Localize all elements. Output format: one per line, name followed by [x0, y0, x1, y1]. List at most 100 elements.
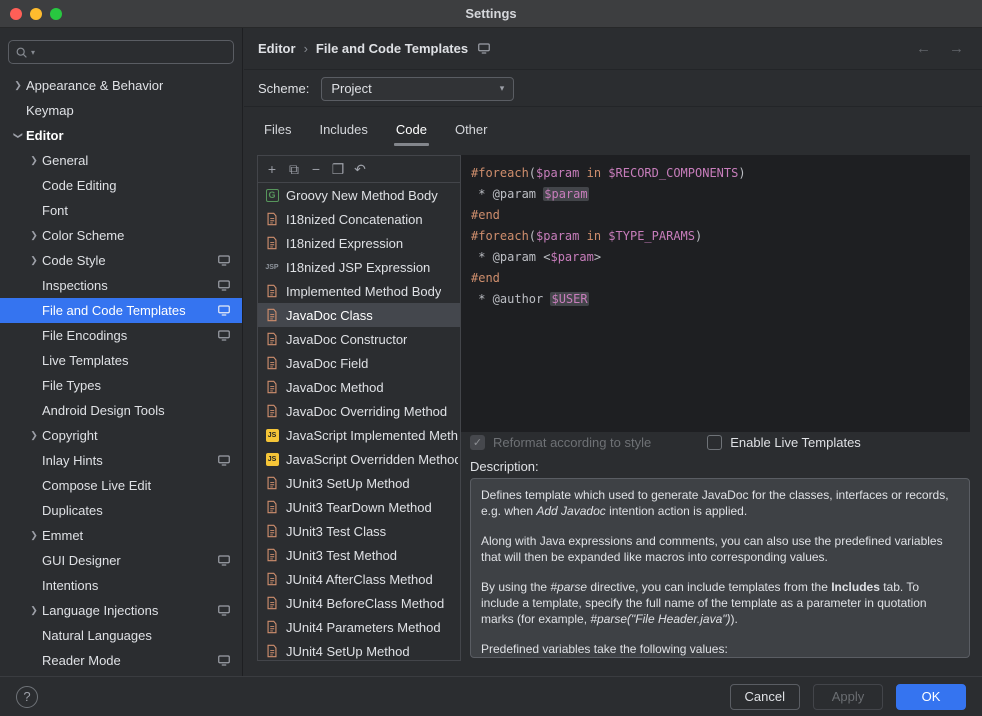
code-line[interactable]: #end — [471, 205, 970, 226]
tab-code[interactable]: Code — [394, 116, 429, 146]
sidebar-item-color-scheme[interactable]: ❯Color Scheme — [0, 223, 242, 248]
code-line[interactable]: #foreach($param in $RECORD_COMPONENTS) — [471, 163, 970, 184]
sidebar-item-reader-mode[interactable]: Reader Mode — [0, 648, 242, 673]
chevron-right-icon[interactable]: ❯ — [26, 255, 42, 266]
template-item-junit4-afterclass-method[interactable]: JUnit4 AfterClass Method — [258, 567, 460, 591]
description-paragraph: By using the #parse directive, you can i… — [481, 579, 959, 627]
sidebar-item-copyright[interactable]: ❯Copyright — [0, 423, 242, 448]
template-item-junit4-beforeclass-method[interactable]: JUnit4 BeforeClass Method — [258, 591, 460, 615]
chevron-right-icon[interactable]: ❯ — [26, 430, 42, 441]
template-item-junit4-setup-method[interactable]: JUnit4 SetUp Method — [258, 639, 460, 661]
code-line[interactable]: * @param <$param> — [471, 247, 970, 268]
template-item-javadoc-overriding-method[interactable]: JavaDoc Overriding Method — [258, 399, 460, 423]
code-line[interactable]: #end — [471, 268, 970, 289]
sidebar-item-intentions[interactable]: Intentions — [0, 573, 242, 598]
back-button[interactable]: ← — [916, 40, 931, 57]
cancel-button[interactable]: Cancel — [730, 684, 800, 710]
chevron-right-icon[interactable]: ❯ — [26, 230, 42, 241]
duplicate-icon: ⧉ — [289, 161, 299, 178]
sidebar-item-code-editing[interactable]: Code Editing — [0, 173, 242, 198]
sidebar-item-keymap[interactable]: Keymap — [0, 98, 242, 123]
sidebar-item-label: Duplicates — [42, 503, 103, 518]
template-item-label: Groovy New Method Body — [286, 188, 438, 203]
description-box[interactable]: Defines template which used to generate … — [470, 478, 970, 658]
template-item-junit4-parameters-method[interactable]: JUnit4 Parameters Method — [258, 615, 460, 639]
template-item-groovy-new-method-body[interactable]: GGroovy New Method Body — [258, 183, 460, 207]
sidebar-item-android-design-tools[interactable]: Android Design Tools — [0, 398, 242, 423]
settings-search-input[interactable] — [38, 45, 227, 59]
ok-button[interactable]: OK — [896, 684, 966, 710]
sidebar-item-compose-live-edit[interactable]: Compose Live Edit — [0, 473, 242, 498]
reformat-checkbox[interactable]: ✓ Reformat according to style — [470, 435, 651, 450]
forward-button[interactable]: → — [949, 40, 964, 57]
template-item-label: JUnit3 TearDown Method — [286, 500, 432, 515]
screen-icon — [218, 455, 230, 466]
template-icon — [264, 404, 280, 418]
sidebar-item-editor[interactable]: ❯Editor — [0, 123, 242, 148]
template-item-javascript-implemented-method[interactable]: JSJavaScript Implemented Method — [258, 423, 460, 447]
add-template-button[interactable]: + — [261, 158, 283, 180]
sidebar-item-live-templates[interactable]: Live Templates — [0, 348, 242, 373]
chevron-down-icon[interactable]: ❯ — [13, 128, 24, 144]
sidebar-item-appearance-behavior[interactable]: ❯Appearance & Behavior — [0, 73, 242, 98]
scheme-dropdown[interactable]: Project ▾ — [321, 77, 514, 101]
chevron-right-icon[interactable]: ❯ — [26, 155, 42, 166]
sidebar-item-code-style[interactable]: ❯Code Style — [0, 248, 242, 273]
scheme-value: Project — [331, 81, 371, 96]
sidebar-item-file-types[interactable]: File Types — [0, 373, 242, 398]
sidebar-item-file-and-code-templates[interactable]: File and Code Templates — [0, 298, 242, 323]
minimize-window-button[interactable] — [30, 8, 42, 20]
template-item-javadoc-class[interactable]: JavaDoc Class — [258, 303, 460, 327]
search-history-chevron-icon[interactable]: ▾ — [31, 48, 35, 57]
sidebar-item-general[interactable]: ❯General — [0, 148, 242, 173]
checkbox-unchecked-icon — [707, 435, 722, 450]
sidebar-item-inlay-hints[interactable]: Inlay Hints — [0, 448, 242, 473]
template-item-i18nized-jsp-expression[interactable]: JSPI18nized JSP Expression — [258, 255, 460, 279]
template-item-javascript-overridden-method[interactable]: JSJavaScript Overridden Method — [258, 447, 460, 471]
template-item-javadoc-method[interactable]: JavaDoc Method — [258, 375, 460, 399]
duplicate-template-button[interactable]: ⧉ — [283, 158, 305, 180]
sidebar-item-gui-designer[interactable]: GUI Designer — [0, 548, 242, 573]
template-item-implemented-method-body[interactable]: Implemented Method Body — [258, 279, 460, 303]
sidebar-item-emmet[interactable]: ❯Emmet — [0, 523, 242, 548]
chevron-right-icon[interactable]: ❯ — [26, 605, 42, 616]
zoom-window-button[interactable] — [50, 8, 62, 20]
code-line[interactable]: * @author $USER — [471, 289, 970, 310]
template-item-junit3-setup-method[interactable]: JUnit3 SetUp Method — [258, 471, 460, 495]
sidebar-item-language-injections[interactable]: ❯Language Injections — [0, 598, 242, 623]
remove-template-button[interactable]: − — [305, 158, 327, 180]
code-line[interactable]: #foreach($param in $TYPE_PARAMS) — [471, 226, 970, 247]
close-window-button[interactable] — [10, 8, 22, 20]
template-item-junit3-teardown-method[interactable]: JUnit3 TearDown Method — [258, 495, 460, 519]
template-item-label: Implemented Method Body — [286, 284, 441, 299]
sidebar-item-inspections[interactable]: Inspections — [0, 273, 242, 298]
sidebar-item-natural-languages[interactable]: Natural Languages — [0, 623, 242, 648]
apply-button[interactable]: Apply — [813, 684, 883, 710]
copy-template-button[interactable]: ❐ — [327, 158, 349, 180]
code-line[interactable]: * @param $param — [471, 184, 970, 205]
template-item-junit3-test-method[interactable]: JUnit3 Test Method — [258, 543, 460, 567]
chevron-right-icon[interactable]: ❯ — [26, 530, 42, 541]
breadcrumb-editor[interactable]: Editor — [258, 41, 296, 56]
revert-template-button[interactable]: ↶ — [349, 158, 371, 180]
tab-files[interactable]: Files — [262, 116, 293, 146]
tab-other[interactable]: Other — [453, 116, 490, 146]
template-item-label: JavaDoc Method — [286, 380, 384, 395]
help-button[interactable]: ? — [16, 686, 38, 708]
settings-search-box[interactable]: ▾ — [8, 40, 234, 64]
template-item-i18nized-concatenation[interactable]: I18nized Concatenation — [258, 207, 460, 231]
template-item-javadoc-constructor[interactable]: JavaDoc Constructor — [258, 327, 460, 351]
chevron-right-icon[interactable]: ❯ — [10, 80, 26, 91]
template-item-junit3-test-class[interactable]: JUnit3 Test Class — [258, 519, 460, 543]
template-item-javadoc-field[interactable]: JavaDoc Field — [258, 351, 460, 375]
template-item-label: JavaScript Implemented Method — [286, 428, 458, 443]
sidebar-item-file-encodings[interactable]: File Encodings — [0, 323, 242, 348]
template-item-label: JavaDoc Constructor — [286, 332, 407, 347]
template-code-editor[interactable]: #foreach($param in $RECORD_COMPONENTS) *… — [461, 155, 970, 432]
sidebar-item-duplicates[interactable]: Duplicates — [0, 498, 242, 523]
template-item-label: JUnit3 Test Method — [286, 548, 397, 563]
template-item-i18nized-expression[interactable]: I18nized Expression — [258, 231, 460, 255]
sidebar-item-font[interactable]: Font — [0, 198, 242, 223]
tab-includes[interactable]: Includes — [317, 116, 369, 146]
enable-live-templates-checkbox[interactable]: Enable Live Templates — [707, 435, 861, 450]
